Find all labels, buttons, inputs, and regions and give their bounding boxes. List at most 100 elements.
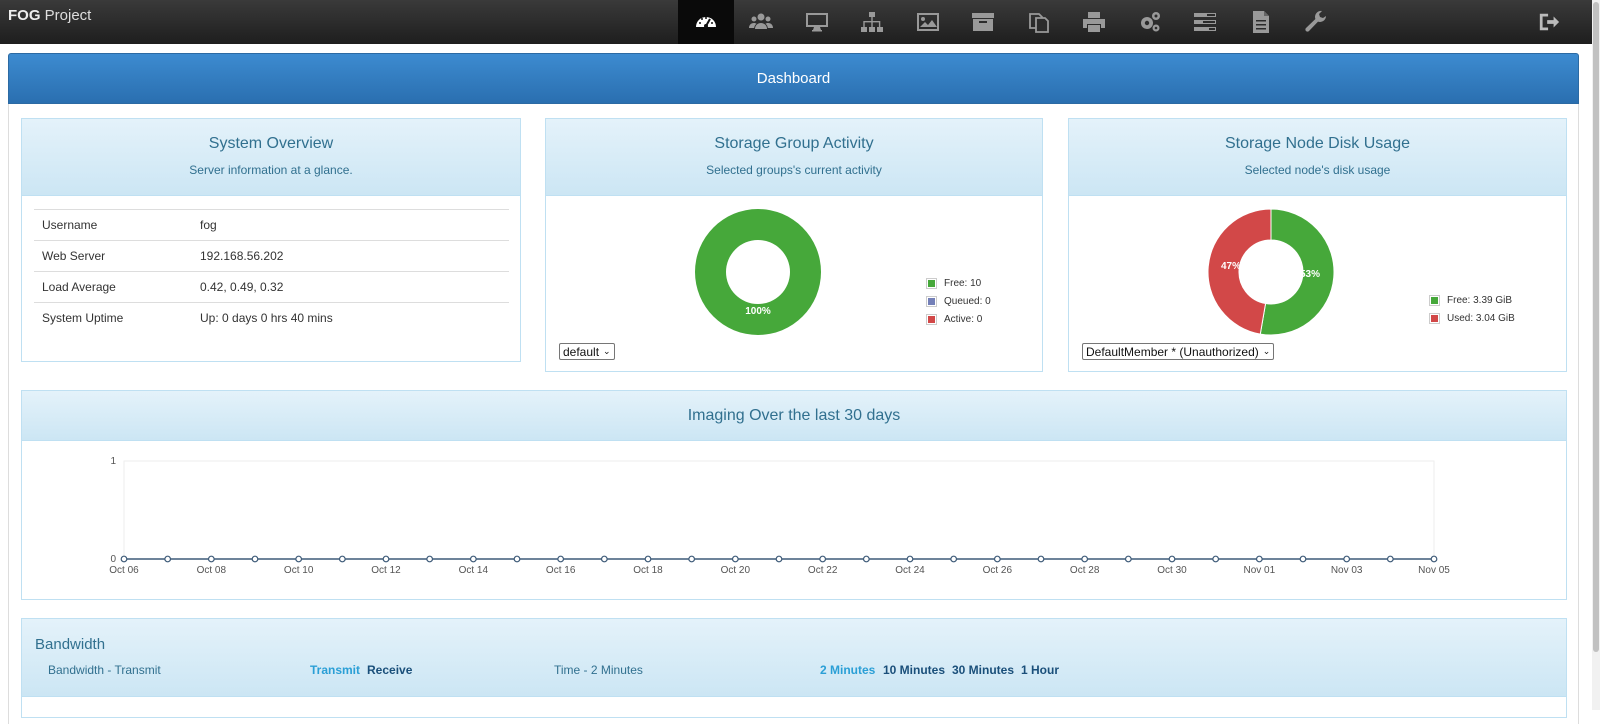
- row-key: Load Average: [34, 271, 192, 303]
- x-tick-label: Oct 14: [459, 565, 489, 576]
- used-percent-label: 47%: [1221, 261, 1241, 272]
- x-tick-label: Oct 20: [721, 565, 751, 576]
- x-tick-label: Nov 05: [1418, 565, 1450, 576]
- legend-item: Free: 3.39 GiB: [1429, 291, 1515, 309]
- table-row: Username fog: [34, 209, 509, 241]
- x-tick-label: Oct 10: [284, 565, 314, 576]
- data-point: [1255, 555, 1263, 563]
- storage-node-panel: Storage Node Disk Usage Selected node's …: [1068, 118, 1567, 372]
- data-point: [819, 555, 827, 563]
- scroll-thumb[interactable]: [1593, 2, 1599, 652]
- y-tick-label: 1: [110, 456, 116, 467]
- legend-item: Free: 10: [926, 274, 991, 292]
- panel-header: Storage Group Activity Selected groups's…: [546, 119, 1042, 196]
- bandwidth-label: Bandwidth - Transmit: [48, 663, 161, 677]
- table-row: Web Server 192.168.56.202: [34, 240, 509, 272]
- data-point: [1343, 555, 1351, 563]
- sign-out-icon[interactable]: [1535, 8, 1563, 36]
- data-point: [1081, 555, 1089, 563]
- storage-group-select[interactable]: default ⌄: [559, 343, 615, 360]
- storage-group-legend: Free: 10 Queued: 0 Active: 0: [926, 274, 991, 328]
- time-option-2m[interactable]: 2 Minutes: [820, 663, 875, 677]
- free-percent-label: 53%: [1300, 269, 1320, 280]
- brand-rest: Project: [40, 7, 92, 24]
- legend-item: Used: 3.04 GiB: [1429, 309, 1515, 327]
- legend-label: Active: 0: [944, 313, 983, 325]
- data-point: [862, 555, 870, 563]
- select-value: default: [563, 344, 600, 359]
- storage-group-panel: Storage Group Activity Selected groups's…: [545, 118, 1043, 372]
- data-point: [775, 555, 783, 563]
- x-tick-label: Oct 16: [546, 565, 576, 576]
- data-point: [295, 555, 303, 563]
- panel-title: System Overview: [208, 135, 334, 152]
- data-point: [1037, 555, 1045, 563]
- imaging-panel: Imaging Over the last 30 days 0 1 Oct 06 Oc…: [21, 390, 1567, 600]
- data-point: [1168, 555, 1176, 563]
- dashboard-icon[interactable]: [678, 0, 734, 44]
- storage-group-donut: 100%: [695, 209, 821, 335]
- panel-header: Imaging Over the last 30 days: [22, 391, 1566, 441]
- data-point: [1124, 555, 1132, 563]
- sitemap-icon[interactable]: [845, 0, 901, 44]
- file-icon[interactable]: [1233, 0, 1289, 44]
- data-point: [906, 555, 914, 563]
- time-option-1h[interactable]: 1 Hour: [1021, 663, 1059, 677]
- legend-label: Used: 3.04 GiB: [1447, 312, 1515, 324]
- image-icon[interactable]: [900, 0, 956, 44]
- row-value: Up: 0 days 0 hrs 40 mins: [192, 302, 509, 334]
- dashboard-title: Dashboard: [8, 53, 1579, 104]
- data-point: [469, 555, 477, 563]
- transmit-toggle[interactable]: Transmit: [310, 663, 360, 677]
- row-key: System Uptime: [34, 302, 192, 334]
- panel-header: Bandwidth Bandwidth - Transmit Transmit …: [22, 619, 1566, 697]
- x-tick-label: Oct 22: [808, 565, 838, 576]
- archive-icon[interactable]: [956, 0, 1012, 44]
- top-navbar: FOG Project: [0, 0, 1592, 44]
- chevron-down-icon: ⌄: [1262, 346, 1271, 356]
- panel-title: Imaging Over the last 30 days: [687, 407, 901, 424]
- page-scrollbar[interactable]: [1592, 0, 1600, 710]
- bandwidth-panel: Bandwidth Bandwidth - Transmit Transmit …: [21, 618, 1567, 718]
- data-point: [557, 555, 565, 563]
- row-value: 192.168.56.202: [192, 240, 509, 272]
- x-tick-label: Oct 06: [109, 565, 139, 576]
- data-point: [1430, 555, 1438, 563]
- wrench-icon[interactable]: [1289, 0, 1345, 44]
- main-nav: [678, 0, 1344, 44]
- legend-label: Free: 3.39 GiB: [1447, 294, 1513, 306]
- panel-title: Storage Node Disk Usage: [1225, 135, 1410, 152]
- cogs-icon[interactable]: [1122, 0, 1178, 44]
- storage-node-legend: Free: 3.39 GiB Used: 3.04 GiB: [1429, 291, 1515, 327]
- legend-item: Queued: 0: [926, 292, 991, 310]
- imaging-chart: 0 1 Oct 06 Oct 08 Oct 10 Oct 12 Oct 14 Oct 16 Oc…: [109, 456, 1450, 576]
- panel-header: System Overview Server information at a …: [22, 119, 520, 196]
- panel-title: Storage Group Activity: [714, 135, 874, 152]
- panel-header: Storage Node Disk Usage Selected node's …: [1069, 119, 1566, 196]
- copy-icon[interactable]: [1011, 0, 1067, 44]
- x-tick-label: Oct 12: [371, 565, 401, 576]
- system-overview-panel: System Overview Server information at a …: [21, 118, 521, 362]
- row-value: fog: [192, 209, 509, 241]
- receive-toggle[interactable]: Receive: [367, 663, 412, 677]
- x-tick-label: Nov 03: [1331, 565, 1363, 576]
- storage-node-donut: 53% 47%: [1207, 208, 1335, 336]
- data-point: [338, 555, 346, 563]
- data-point: [688, 555, 696, 563]
- time-option-10m[interactable]: 10 Minutes: [883, 663, 945, 677]
- storage-node-select[interactable]: DefaultMember * (Unauthorized) ⌄: [1082, 343, 1275, 360]
- users-icon[interactable]: [734, 0, 790, 44]
- brand-logo[interactable]: FOG Project: [8, 7, 91, 24]
- row-key: Web Server: [34, 240, 192, 272]
- panel-subtitle: Selected groups's current activity: [706, 163, 882, 177]
- plot-area: [123, 460, 1435, 560]
- x-tick-label: Oct 08: [197, 565, 227, 576]
- monitor-icon[interactable]: [789, 0, 845, 44]
- donut-percent-label: 100%: [745, 306, 771, 317]
- data-point: [1212, 555, 1220, 563]
- tasks-icon[interactable]: [1178, 0, 1234, 44]
- data-point: [382, 555, 390, 563]
- print-icon[interactable]: [1067, 0, 1123, 44]
- data-point: [1386, 555, 1394, 563]
- time-option-30m[interactable]: 30 Minutes: [952, 663, 1014, 677]
